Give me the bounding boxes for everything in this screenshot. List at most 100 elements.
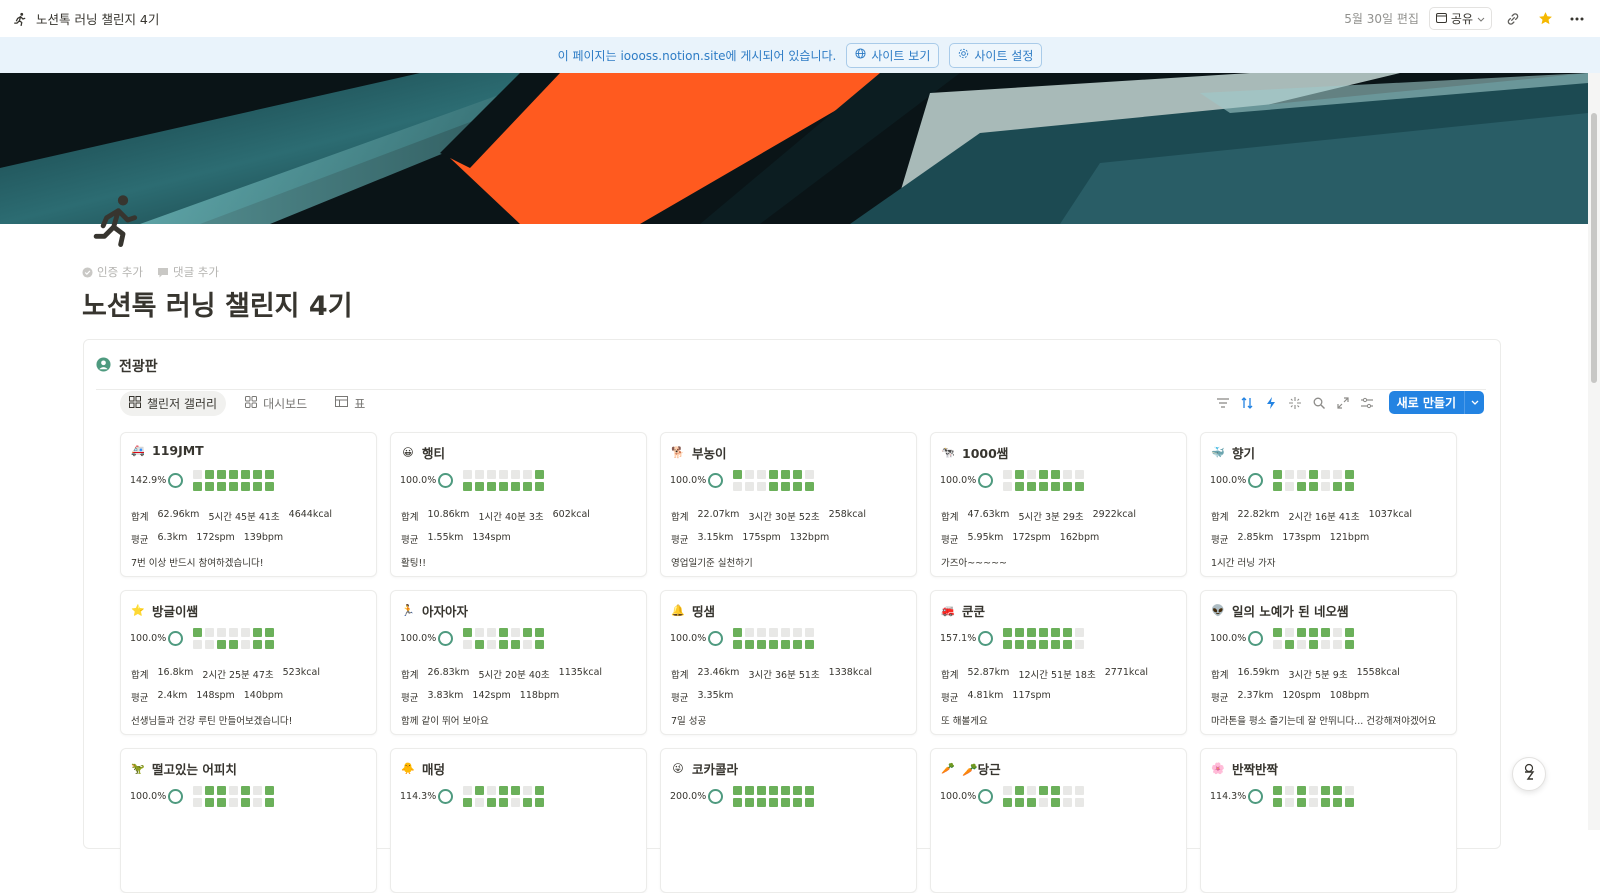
card-emoji-icon: 🐄 [941,446,955,459]
attendance-cell [757,470,766,479]
challenger-card[interactable]: ⭐ 방글이쌤 100.0% 합계 16.8km 2시간 25분 47초 523kcal 평균 2… [120,590,377,735]
challenger-card[interactable]: 🥕 🥕당근 100.0% [930,748,1187,893]
attendance-cell [1051,482,1060,491]
attendance-cell [217,786,226,795]
attendance-cell [463,798,472,807]
challenger-card[interactable]: 🚑 119JMT 142.9% 합계 62.96km 5시간 45분 41초 4644kca… [120,432,377,577]
challenger-card[interactable]: 🐄 1000쌤 100.0% 합계 47.63km 5시간 3분 29초 2922kcal 평… [930,432,1187,577]
challenger-card[interactable]: 🏃 아자아자 100.0% 합계 26.83km 5시간 20분 40초 1135kcal 평… [390,590,647,735]
attendance-cell [463,470,472,479]
card-note: 또 해볼게요 [941,716,988,727]
attendance-grid [1003,786,1084,807]
challenger-card[interactable]: 🦖 떨고있는 어피치 100.0% [120,748,377,893]
total-value: 3시간 36분 51초 [748,670,820,681]
attendance-cell [1273,798,1282,807]
total-value: 1037kcal [1368,509,1413,520]
sort-icon[interactable] [1239,395,1255,411]
attendance-cell [1039,786,1048,795]
progress-ring-icon [168,631,183,646]
search-icon[interactable] [1311,395,1327,411]
attendance-cell [1273,470,1282,479]
scrollbar-thumb[interactable] [1591,113,1597,383]
attendance-cell [487,628,496,637]
attendance-cell [217,482,226,491]
challenger-card[interactable]: 👽 일의 노예가 된 네오쌤 100.0% 합계 16.59km 3시간 5분 9초 155… [1200,590,1457,735]
attendance-cell [1051,628,1060,637]
attendance-cell [745,470,754,479]
attendance-cell [1003,470,1012,479]
add-comment-button[interactable]: 댓글 추가 [157,264,219,280]
card-emoji-icon: 👽 [1211,604,1225,617]
card-name: 방글이쌤 [152,604,199,619]
card-title: 😜 코카콜라 [671,759,738,778]
attendance-grid [193,628,274,649]
attendance-cell [499,786,508,795]
attendance-cell [241,628,250,637]
card-name: 떨고있는 어피치 [152,762,237,777]
total-label: 합계 [1211,512,1229,523]
tab-label: 대시보드 [263,396,308,411]
scrollbar[interactable] [1588,73,1600,830]
average-value: 1.55km [427,532,464,543]
card-emoji-icon: ⭐ [131,604,145,617]
challenger-card[interactable]: 😜 코카콜라 200.0% [660,748,917,893]
progress-ring-icon [708,473,723,488]
attendance-cell [253,482,262,491]
attendance-cell [205,786,214,795]
expand-icon[interactable] [1335,395,1351,411]
chevron-down-icon[interactable] [1464,391,1484,414]
card-average-row: 평균 4.81km 117spm [941,690,1051,704]
card-total-row: 합계 16.8km 2시간 25분 47초 523kcal [131,667,320,681]
attendance-cell [1063,482,1072,491]
automation-icon[interactable] [1263,395,1279,411]
attendance-cell [1273,482,1282,491]
challenger-card[interactable]: 🐳 향기 100.0% 합계 22.82km 2시간 16분 41초 1037kcal 평균 2… [1200,432,1457,577]
card-progress: 100.0% [940,786,1084,807]
board-heading[interactable]: 전광판 [96,356,158,376]
attendance-cell [769,482,778,491]
attendance-cell [1321,640,1330,649]
attendance-cell [205,470,214,479]
filter-icon[interactable] [1215,395,1231,411]
challenger-card[interactable]: 🌸 반짝반짝 114.3% [1200,748,1457,893]
challenger-card[interactable]: 🔔 띵샘 100.0% 합계 23.46km 3시간 36분 51초 1338kcal 평균 3… [660,590,917,735]
attendance-cell [535,628,544,637]
attendance-cell [781,470,790,479]
attendance-cell [1051,798,1060,807]
add-verification-button[interactable]: 인증 추가 [82,264,143,280]
tab-dashboard[interactable]: 대시보드 [236,391,316,416]
total-value: 2시간 16분 41초 [1288,512,1360,523]
more-icon[interactable] [1566,8,1588,30]
help-button[interactable] [1512,757,1546,791]
attendance-cell [757,628,766,637]
challenger-card[interactable]: 🐕 부농이 100.0% 합계 22.07km 3시간 30분 52초 258kcal 평균 3… [660,432,917,577]
challenger-card[interactable]: 🐥 매덩 114.3% [390,748,647,893]
challenger-card[interactable]: 😀 행티 100.0% 합계 10.86km 1시간 40분 3초 602kcal 평균 1.5… [390,432,647,577]
link-icon[interactable] [1502,8,1524,30]
attendance-cell [463,628,472,637]
view-site-button[interactable]: 사이트 보기 [846,42,940,68]
sparkle-icon[interactable] [1287,395,1303,411]
new-button[interactable]: 새로 만들기 [1388,391,1484,414]
view-tabs: 챌린저 갤러리 대시보드 표 [120,390,374,416]
attendance-grid [463,628,544,649]
challenger-card[interactable]: 🚒 쿤쿤 157.1% 합계 52.87km 12시간 51분 18초 2771kcal 평균… [930,590,1187,735]
attendance-cell [193,470,202,479]
star-icon[interactable] [1534,8,1556,30]
attendance-cell [463,786,472,795]
breadcrumb[interactable]: 노션톡 러닝 챌린지 4기 [12,9,159,28]
runner-icon [12,11,28,27]
card-total-row: 합계 16.59km 3시간 5분 9초 1558kcal [1211,667,1400,681]
settings-sliders-icon[interactable] [1359,395,1375,411]
tab-challenger-gallery[interactable]: 챌린저 갤러리 [120,390,227,416]
average-value: 134spm [472,532,511,543]
attendance-cell [1333,482,1342,491]
site-settings-button[interactable]: 사이트 설정 [949,42,1043,68]
page-runner-icon[interactable] [88,192,144,248]
share-button[interactable]: 공유 [1428,7,1492,30]
total-label: 합계 [131,670,149,681]
attendance-grid [1273,470,1354,491]
card-progress: 100.0% [670,470,814,491]
tab-table[interactable]: 표 [326,391,374,416]
attendance-cell [1285,786,1294,795]
